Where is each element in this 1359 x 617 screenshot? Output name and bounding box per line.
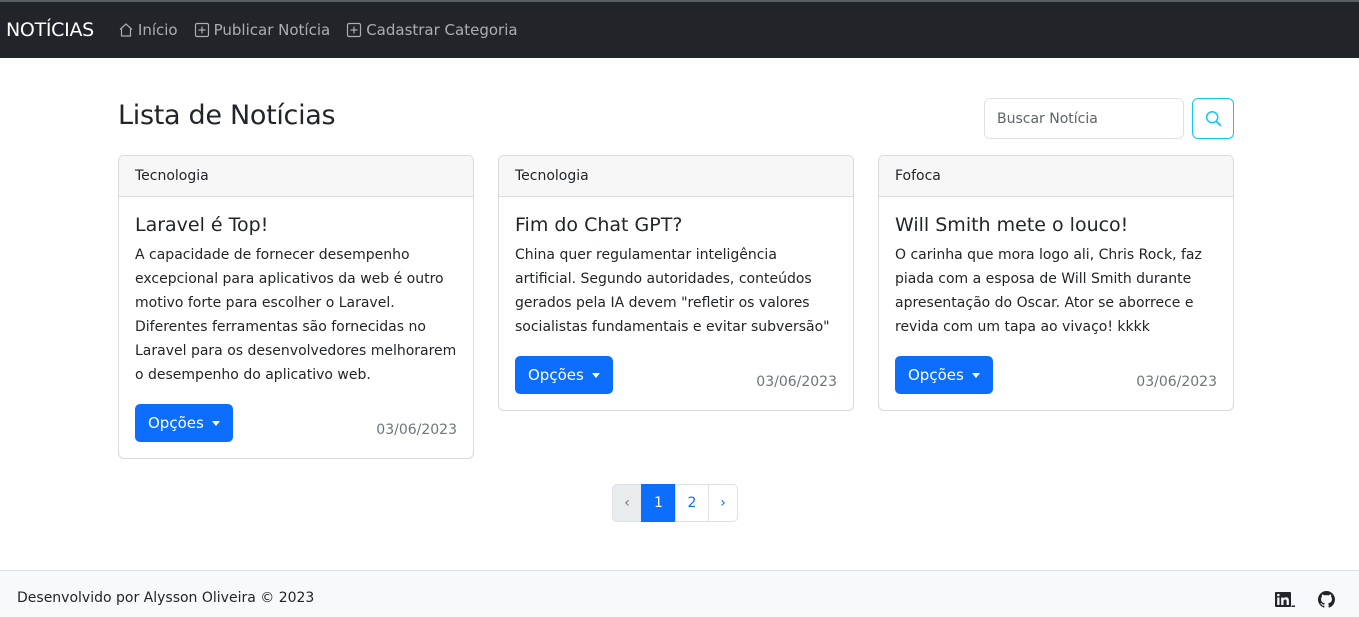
caret-down-icon (591, 372, 600, 378)
options-dropdown-button[interactable]: Opções (135, 404, 233, 442)
pagination-page-1[interactable]: 1 (641, 484, 676, 522)
card-text: China quer regulamentar inteligência art… (515, 247, 830, 335)
caret-down-icon (211, 420, 220, 426)
brand-logo[interactable]: NOTÍCIAS (6, 19, 94, 41)
card-category: Tecnologia (499, 156, 853, 197)
card-text: A capacidade de fornecer desempenho exce… (135, 247, 457, 383)
news-card: Tecnologia Laravel é Top! A capacidade d… (118, 155, 474, 459)
options-dropdown-button[interactable]: Opções (895, 356, 993, 394)
pagination-next[interactable]: › (708, 484, 738, 522)
pagination: ‹ 1 2 › (612, 484, 738, 522)
search-button[interactable] (1192, 98, 1234, 139)
search-input[interactable] (984, 98, 1184, 139)
plus-square-icon (347, 22, 362, 38)
nav-link-publicar-noticia[interactable]: Publicar Notícia (194, 21, 331, 39)
card-title: Fim do Chat GPT? (515, 214, 683, 236)
card-title: Laravel é Top! (135, 214, 269, 236)
card-category: Tecnologia (119, 156, 473, 197)
search-icon (1205, 110, 1221, 127)
nav-link-label: Publicar Notícia (213, 21, 331, 39)
top-navbar: NOTÍCIAS Início Publicar Notícia Cadastr… (0, 0, 1359, 58)
page-footer: Desenvolvido por Alysson Oliveira © 2023 (0, 570, 1359, 617)
page-title: Lista de Notícias (118, 100, 336, 131)
card-body: Fim do Chat GPT? China quer regulamentar… (499, 197, 853, 410)
card-body: Laravel é Top! A capacidade de fornecer … (119, 197, 473, 458)
plus-square-icon (194, 22, 209, 38)
nav-link-label: Cadastrar Categoria (366, 21, 518, 39)
footer-credit: Desenvolvido por Alysson Oliveira © 2023 (17, 590, 315, 606)
nav-link-inicio[interactable]: Início (118, 21, 178, 39)
linkedin-icon[interactable] (1275, 591, 1295, 612)
options-button-label: Opções (528, 366, 584, 384)
nav-link-label: Início (137, 21, 178, 39)
card-footer: Opções 03/06/2023 (515, 356, 837, 394)
pagination-page-2[interactable]: 2 (675, 484, 709, 522)
card-category: Fofoca (879, 156, 1233, 197)
card-body: Will Smith mete o louco! O carinha que m… (879, 197, 1233, 410)
card-title: Will Smith mete o louco! (895, 214, 1129, 236)
news-card: Fofoca Will Smith mete o louco! O carinh… (878, 155, 1234, 411)
pagination-prev[interactable]: ‹ (612, 484, 642, 522)
card-date: 03/06/2023 (756, 374, 837, 390)
card-text: O carinha que mora logo ali, Chris Rock,… (895, 247, 1202, 335)
caret-down-icon (971, 372, 980, 378)
options-dropdown-button[interactable]: Opções (515, 356, 613, 394)
card-date: 03/06/2023 (1136, 374, 1217, 390)
home-icon (119, 23, 133, 37)
news-card: Tecnologia Fim do Chat GPT? China quer r… (498, 155, 854, 411)
nav-link-cadastrar-categoria[interactable]: Cadastrar Categoria (346, 21, 518, 39)
github-icon[interactable] (1318, 591, 1335, 612)
options-button-label: Opções (148, 414, 204, 432)
card-footer: Opções 03/06/2023 (895, 356, 1217, 394)
options-button-label: Opções (908, 366, 964, 384)
card-footer: Opções 03/06/2023 (135, 404, 457, 442)
card-date: 03/06/2023 (376, 422, 457, 438)
